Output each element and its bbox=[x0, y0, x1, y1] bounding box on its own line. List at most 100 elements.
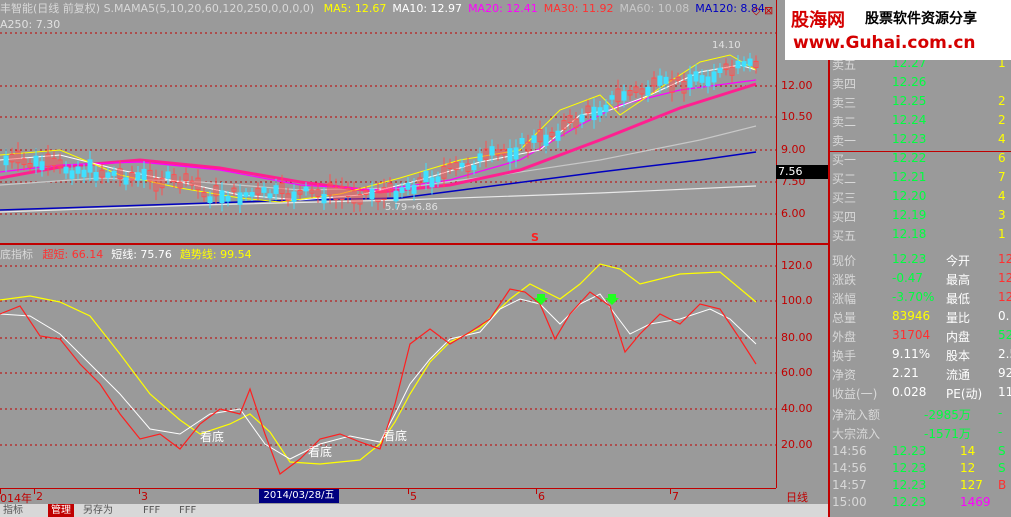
indicator-tick: 60.00 bbox=[781, 366, 813, 379]
ma5-line bbox=[0, 54, 757, 203]
order-price: 12.18 bbox=[892, 227, 927, 241]
candle-body bbox=[273, 185, 279, 194]
indicator-axis: 120.0 100.0 80.00 60.00 40.00 20.00 bbox=[776, 244, 829, 488]
candle-body bbox=[411, 184, 417, 194]
indicator-chart[interactable]: 看底看底看底 bbox=[0, 244, 776, 488]
stat-value: 12. bbox=[998, 290, 1011, 304]
candle-body bbox=[621, 91, 627, 101]
indicator-tick: 20.00 bbox=[781, 438, 813, 451]
stat-label: 今开 bbox=[946, 254, 971, 268]
order-volume: 6 bbox=[998, 151, 1006, 165]
order-level-label: 买二 bbox=[832, 172, 857, 186]
order-volume: 2 bbox=[998, 94, 1006, 108]
tab-1[interactable]: 管理 bbox=[48, 504, 74, 517]
candle-body bbox=[393, 190, 399, 202]
candle-body bbox=[369, 188, 375, 200]
tick-volume: 14 bbox=[960, 444, 976, 458]
candle-body bbox=[69, 170, 75, 179]
stat-value: 12. bbox=[998, 271, 1011, 285]
candle-body bbox=[459, 162, 465, 168]
price-tick: 6.00 bbox=[781, 207, 806, 220]
stat-label: 净资 bbox=[832, 368, 857, 382]
candle-body bbox=[579, 114, 585, 123]
candle-body bbox=[435, 176, 441, 183]
stat-value: 2.21 bbox=[892, 366, 919, 380]
tick-row: 15:00 12.23 1469 bbox=[830, 493, 1011, 514]
price-chart[interactable]: 14.105.79→6.86S bbox=[0, 0, 776, 244]
order-price: 12.21 bbox=[892, 170, 927, 184]
order-book-row: 卖三 12.25 2 bbox=[830, 92, 1011, 113]
price-tick: 12.00 bbox=[781, 79, 813, 92]
stat-value: 110 bbox=[998, 385, 1011, 399]
order-volume: 4 bbox=[998, 132, 1006, 146]
stat-row: 外盘 31704 内盘 522 bbox=[830, 326, 1011, 347]
indicator-tick: 120.0 bbox=[781, 259, 813, 272]
candle-body bbox=[207, 196, 213, 203]
x-tick-mark bbox=[536, 489, 537, 494]
flow-tail: - bbox=[998, 425, 1003, 439]
candle-body bbox=[399, 187, 405, 193]
order-volume: 3 bbox=[998, 208, 1006, 222]
order-book-row: 买五 12.18 1 bbox=[830, 225, 1011, 246]
stat-value: 31704 bbox=[892, 328, 931, 342]
quote-panel: 卖五 12.27 1 卖四 12.26 卖三 12.25 2 卖二 12.24 2 卖一 12.23 4 买… bbox=[828, 0, 1011, 517]
candle-body bbox=[477, 153, 483, 162]
x-tick-mark bbox=[408, 489, 409, 494]
order-level-label: 卖三 bbox=[832, 96, 857, 110]
tick-time: 14:56 bbox=[832, 444, 867, 458]
order-price: 12.25 bbox=[892, 94, 927, 108]
candle-body bbox=[507, 148, 513, 162]
candle-body bbox=[543, 134, 549, 146]
tab-3[interactable]: FFF bbox=[140, 504, 163, 517]
candle-body bbox=[33, 155, 39, 167]
flow-row: 净流入额 -2985万 - bbox=[830, 404, 1011, 425]
trend-line bbox=[0, 263, 757, 465]
x-tick: 3 bbox=[141, 490, 148, 503]
period-label[interactable]: 日线 bbox=[786, 489, 808, 505]
candle-body bbox=[687, 74, 693, 88]
candle-body bbox=[225, 195, 231, 202]
tab-0[interactable]: 指标 bbox=[0, 504, 26, 517]
order-price: 12.22 bbox=[892, 151, 927, 165]
stat-label: 外盘 bbox=[832, 330, 857, 344]
order-book-row: 买二 12.21 7 bbox=[830, 168, 1011, 189]
tick-volume: 1469 bbox=[960, 495, 991, 509]
stat-label: 最高 bbox=[946, 273, 971, 287]
candle-body bbox=[717, 67, 723, 73]
order-volume: 2 bbox=[998, 113, 1006, 127]
candle-body bbox=[261, 187, 267, 193]
peak-label: 14.10 bbox=[712, 40, 741, 51]
stat-label: PE(动) bbox=[946, 387, 983, 401]
candle-body bbox=[75, 166, 81, 174]
tab-4[interactable]: FFF bbox=[176, 504, 199, 517]
stat-row: 涨幅 -3.70% 最低 12. bbox=[830, 288, 1011, 309]
stat-label: 涨幅 bbox=[832, 292, 857, 306]
stat-row: 净资 2.21 流通 9209 bbox=[830, 364, 1011, 385]
tab-2[interactable]: 另存为 bbox=[80, 504, 116, 517]
tick-price: 12.23 bbox=[892, 444, 927, 458]
order-volume: 1 bbox=[998, 227, 1006, 241]
order-book-row: 买四 12.19 3 bbox=[830, 206, 1011, 227]
bottom-signal-label: 看底 bbox=[383, 428, 407, 443]
candle-body bbox=[291, 191, 297, 202]
stat-value: 522 bbox=[998, 328, 1011, 342]
candle-body bbox=[237, 192, 243, 205]
candle-body bbox=[471, 165, 477, 171]
candle-body bbox=[705, 76, 711, 87]
indicator-tick: 100.0 bbox=[781, 294, 813, 307]
candle-body bbox=[597, 107, 603, 116]
candle-body bbox=[111, 170, 117, 176]
stat-value: 0.028 bbox=[892, 385, 927, 399]
order-price: 12.24 bbox=[892, 113, 927, 127]
candle-body bbox=[609, 95, 615, 100]
order-price: 12.20 bbox=[892, 189, 927, 203]
order-price: 12.26 bbox=[892, 75, 927, 89]
stat-row: 收益(一) 0.028 PE(动) 110 bbox=[830, 383, 1011, 404]
stat-value: 2.50 bbox=[998, 347, 1011, 361]
crosshair-date: 2014/03/28/五 bbox=[259, 489, 339, 503]
candle-body bbox=[657, 75, 663, 86]
bottom-signal-label: 看底 bbox=[200, 429, 224, 444]
logo-url: www.Guhai.com.cn bbox=[793, 33, 976, 53]
candle-body bbox=[63, 166, 69, 174]
stat-value: -3.70% bbox=[892, 290, 935, 304]
